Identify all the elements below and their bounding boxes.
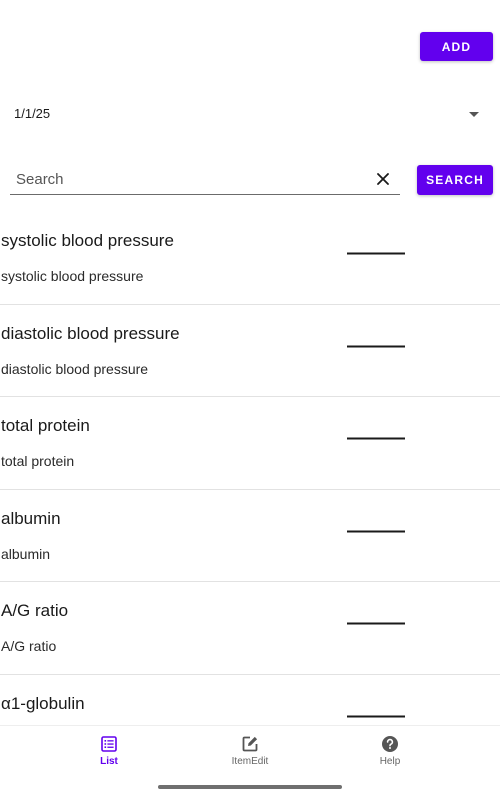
list-item[interactable]: A/G ratio A/G ratio ——— bbox=[0, 582, 500, 675]
item-title: A/G ratio bbox=[1, 601, 69, 620]
nav-item-help[interactable]: Help bbox=[320, 726, 460, 776]
item-title: diastolic blood pressure bbox=[1, 323, 180, 343]
bottom-navigation: List ItemEdit Help bbox=[0, 725, 500, 781]
item-list: systolic blood pressure systolic blood p… bbox=[0, 212, 500, 725]
search-field[interactable] bbox=[10, 166, 400, 195]
nav-label-list: List bbox=[100, 756, 118, 767]
clear-icon[interactable] bbox=[374, 170, 392, 188]
date-value: 1/1/25 bbox=[14, 106, 51, 121]
app-screen: ADD 1/1/25 SEARCH systolic blood pressur… bbox=[0, 0, 500, 800]
item-title: total protein bbox=[1, 416, 90, 435]
list-item[interactable]: diastolic blood pressure diastolic blood… bbox=[0, 305, 500, 397]
list-item[interactable]: total protein total protein ——— bbox=[0, 397, 500, 490]
nav-item-list[interactable]: List bbox=[39, 726, 179, 776]
item-subtitle: systolic blood pressure bbox=[1, 268, 144, 284]
home-indicator[interactable] bbox=[158, 785, 342, 789]
item-title: systolic blood pressure bbox=[1, 231, 174, 250]
item-title: α1-globulin bbox=[1, 693, 85, 713]
search-input[interactable] bbox=[16, 171, 356, 188]
item-value: ——— bbox=[347, 427, 405, 449]
list-item[interactable]: albumin albumin ——— bbox=[0, 490, 500, 582]
list-item[interactable]: systolic blood pressure systolic blood p… bbox=[0, 212, 500, 305]
item-subtitle: A/G ratio bbox=[1, 638, 57, 654]
item-subtitle: albumin bbox=[1, 545, 51, 562]
item-value: ——— bbox=[347, 334, 405, 357]
date-dropdown[interactable]: 1/1/25 bbox=[0, 98, 500, 130]
help-icon bbox=[382, 736, 398, 752]
list-icon bbox=[101, 736, 117, 752]
item-value: ——— bbox=[347, 242, 405, 264]
item-subtitle: diastolic blood pressure bbox=[1, 360, 149, 377]
item-title: albumin bbox=[1, 508, 61, 528]
item-subtitle: total protein bbox=[1, 453, 75, 469]
search-button[interactable]: SEARCH bbox=[417, 165, 493, 195]
nav-item-itemedit[interactable]: ItemEdit bbox=[180, 726, 320, 776]
dropdown-arrow-icon bbox=[469, 112, 479, 117]
item-value: ——— bbox=[347, 519, 405, 542]
nav-label-help: Help bbox=[379, 756, 401, 767]
item-value: ——— bbox=[347, 612, 405, 634]
item-value: ——— bbox=[347, 704, 405, 726]
list-item[interactable]: α1-globulin ——— bbox=[0, 675, 500, 726]
add-button[interactable]: ADD bbox=[420, 32, 493, 61]
edit-icon bbox=[242, 736, 258, 752]
nav-label-itemedit: ItemEdit bbox=[231, 756, 269, 767]
